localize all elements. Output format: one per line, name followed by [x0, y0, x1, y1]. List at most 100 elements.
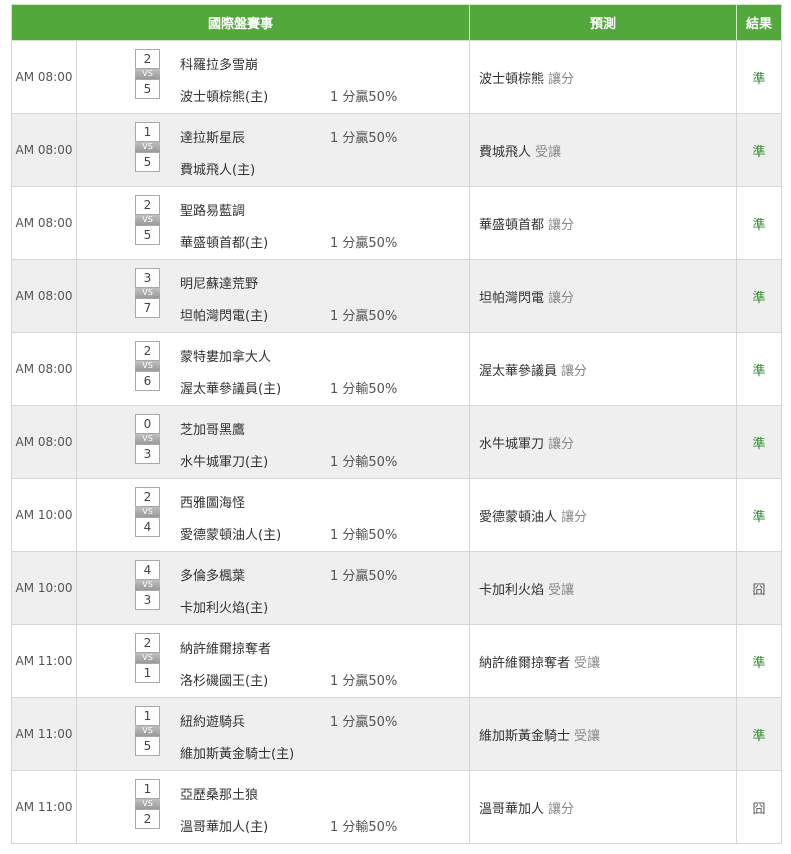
home-odds: 1 分輸50% [330, 382, 398, 397]
prediction-cell: 渥太華參議員 讓分 [469, 332, 738, 406]
match-cell: 2 VS 6 蒙特婁加拿大人 渥太華參議員(主) 1 分輸50% [75, 332, 471, 406]
away-team: 納許維爾掠奪者 [180, 642, 272, 657]
table-row: AM 11:00 2 VS 1 納許維爾掠奪者 洛杉磯國王(主) 1 分贏50%… [11, 624, 783, 698]
match-time: AM 08:00 [11, 113, 77, 187]
prediction-cell: 華盛頓首都 讓分 [469, 186, 738, 260]
home-score: 3 [135, 444, 160, 464]
away-team: 多倫多楓葉 [180, 569, 246, 584]
table-row: AM 08:00 3 VS 7 明尼蘇達荒野 坦帕灣閃電(主) 1 分贏50% … [11, 259, 783, 333]
away-score: 4 [135, 560, 160, 580]
away-score: 0 [135, 414, 160, 434]
away-team: 科羅拉多雪崩 [180, 58, 259, 73]
score-box: 2 VS 5 [135, 49, 160, 99]
match-time: AM 08:00 [11, 40, 77, 114]
away-odds: 1 分贏50% [330, 715, 398, 730]
score-box: 2 VS 6 [135, 341, 160, 391]
away-odds: 1 分贏50% [330, 569, 398, 584]
vs-label: VS [135, 653, 160, 663]
vs-label: VS [135, 142, 160, 152]
result-mark: 準 [752, 509, 766, 525]
result-cell: 囧 [736, 551, 783, 625]
prediction-cell: 費城飛人 受讓 [469, 113, 738, 187]
away-odds: 1 分贏50% [330, 131, 398, 146]
match-time: AM 08:00 [11, 332, 77, 406]
pick-type: 讓分 [548, 436, 575, 452]
match-time: AM 08:00 [11, 186, 77, 260]
away-team: 蒙特婁加拿大人 [180, 350, 272, 365]
pick-team: 卡加利火焰 [479, 582, 545, 598]
prediction-table: 國際盤賽事 預測 結果 AM 08:00 2 VS 5 科羅拉多雪崩 波士頓棕熊… [10, 4, 783, 844]
match-cell: 4 VS 3 多倫多楓葉 1 分贏50% 卡加利火焰(主) [75, 551, 471, 625]
header-result: 結果 [736, 4, 783, 41]
away-score: 2 [135, 49, 160, 69]
home-team: 洛杉磯國王(主) [180, 674, 269, 689]
home-score: 2 [135, 809, 160, 829]
home-score: 3 [135, 590, 160, 610]
table-row: AM 10:00 2 VS 4 西雅圖海怪 愛德蒙頓油人(主) 1 分輸50% … [11, 478, 783, 552]
score-box: 1 VS 2 [135, 779, 160, 829]
pick-team: 渥太華參議員 [479, 363, 558, 379]
vs-label: VS [135, 580, 160, 590]
result-mark: 準 [752, 728, 766, 744]
pick-type: 讓分 [548, 71, 575, 87]
home-odds: 1 分贏50% [330, 236, 398, 251]
score-box: 3 VS 7 [135, 268, 160, 318]
table-row: AM 08:00 2 VS 6 蒙特婁加拿大人 渥太華參議員(主) 1 分輸50… [11, 332, 783, 406]
match-time: AM 08:00 [11, 405, 77, 479]
result-cell: 準 [736, 259, 783, 333]
prediction-cell: 納許維爾掠奪者 受讓 [469, 624, 738, 698]
pick-type: 讓分 [548, 290, 575, 306]
pick-team: 水牛城軍刀 [479, 436, 545, 452]
pick-team: 坦帕灣閃電 [479, 290, 545, 306]
match-cell: 2 VS 4 西雅圖海怪 愛德蒙頓油人(主) 1 分輸50% [75, 478, 471, 552]
home-team: 溫哥華加人(主) [180, 820, 269, 835]
home-team: 費城飛人(主) [180, 163, 256, 178]
result-mark: 準 [752, 144, 766, 160]
vs-label: VS [135, 507, 160, 517]
prediction-cell: 水牛城軍刀 讓分 [469, 405, 738, 479]
away-team: 聖路易藍調 [180, 204, 246, 219]
home-odds: 1 分輸50% [330, 528, 398, 543]
pick-team: 愛德蒙頓油人 [479, 509, 558, 525]
home-score: 1 [135, 663, 160, 683]
vs-label: VS [135, 799, 160, 809]
result-mark: 準 [752, 290, 766, 306]
home-odds: 1 分贏50% [330, 90, 398, 105]
away-score: 2 [135, 195, 160, 215]
pick-type: 受讓 [535, 144, 562, 160]
away-score: 2 [135, 633, 160, 653]
pick-team: 納許維爾掠奪者 [479, 655, 571, 671]
pick-type: 讓分 [548, 801, 575, 817]
match-cell: 2 VS 5 科羅拉多雪崩 波士頓棕熊(主) 1 分贏50% [75, 40, 471, 114]
table-row: AM 08:00 1 VS 5 達拉斯星辰 1 分贏50% 費城飛人(主) 費城… [11, 113, 783, 187]
prediction-cell: 波士頓棕熊 讓分 [469, 40, 738, 114]
match-time: AM 08:00 [11, 259, 77, 333]
table-body: AM 08:00 2 VS 5 科羅拉多雪崩 波士頓棕熊(主) 1 分贏50% … [11, 40, 783, 844]
match-time: AM 11:00 [11, 697, 77, 771]
match-cell: 1 VS 5 達拉斯星辰 1 分贏50% 費城飛人(主) [75, 113, 471, 187]
away-score: 3 [135, 268, 160, 288]
vs-label: VS [135, 288, 160, 298]
score-box: 0 VS 3 [135, 414, 160, 464]
pick-team: 費城飛人 [479, 144, 532, 160]
away-team: 紐約遊騎兵 [180, 715, 246, 730]
away-score: 1 [135, 779, 160, 799]
result-cell: 準 [736, 697, 783, 771]
home-team: 波士頓棕熊(主) [180, 90, 269, 105]
vs-label: VS [135, 69, 160, 79]
result-mark: 準 [752, 71, 766, 87]
pick-type: 受讓 [548, 582, 575, 598]
prediction-cell: 卡加利火焰 受讓 [469, 551, 738, 625]
header-prediction: 預測 [469, 4, 738, 41]
pick-type: 讓分 [548, 217, 575, 233]
table-header-row: 國際盤賽事 預測 結果 [10, 4, 783, 41]
prediction-cell: 坦帕灣閃電 讓分 [469, 259, 738, 333]
result-mark: 準 [752, 217, 766, 233]
home-score: 7 [135, 298, 160, 318]
home-odds: 1 分輸50% [330, 455, 398, 470]
home-team: 水牛城軍刀(主) [180, 455, 269, 470]
away-score: 1 [135, 122, 160, 142]
away-team: 西雅圖海怪 [180, 496, 246, 511]
result-cell: 準 [736, 40, 783, 114]
home-team: 坦帕灣閃電(主) [180, 309, 269, 324]
